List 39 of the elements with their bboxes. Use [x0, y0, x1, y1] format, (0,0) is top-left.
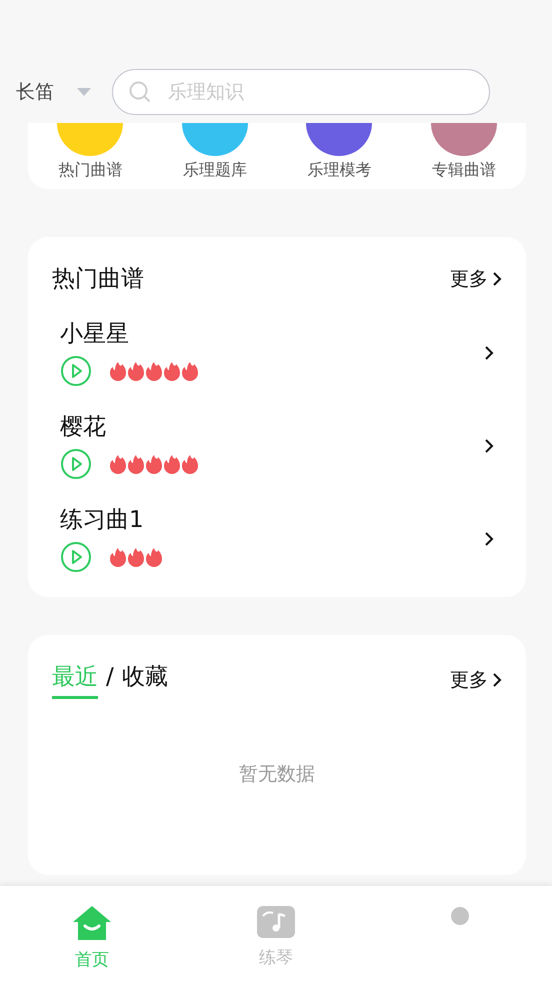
- chevron-icon: [492, 270, 502, 286]
- tab-separator: /: [106, 664, 114, 690]
- chevron-icon: [492, 672, 502, 688]
- shortcut-item[interactable]: 热门曲谱: [40, 123, 140, 189]
- song-item[interactable]: 樱花: [52, 411, 502, 480]
- chevron-icon: [484, 438, 494, 454]
- flame-icon: [146, 361, 162, 381]
- flame-icon: [128, 547, 144, 567]
- flame-icon: [146, 454, 162, 474]
- search-icon: [128, 80, 152, 104]
- flame-icon: [146, 547, 162, 567]
- home-icon: [72, 906, 112, 940]
- flame-icon: [182, 361, 198, 381]
- song-item[interactable]: 练习曲1: [52, 504, 502, 573]
- play-icon[interactable]: [60, 355, 92, 387]
- flame-icon: [182, 454, 198, 474]
- caret-icon[interactable]: [76, 87, 92, 97]
- chevron-icon: [484, 344, 494, 360]
- empty-message: 暂无数据: [238, 762, 316, 787]
- flame-icon: [128, 454, 144, 474]
- song-item[interactable]: 小星星: [52, 318, 502, 387]
- shortcut-item[interactable]: 乐理题库: [164, 123, 265, 189]
- shortcut-item[interactable]: 专辑曲谱: [414, 123, 514, 189]
- play-icon[interactable]: [60, 448, 92, 480]
- flame-icon: [110, 361, 126, 381]
- shortcut-item[interactable]: 乐理模考: [289, 123, 390, 189]
- flame-icon: [164, 454, 180, 474]
- flame-icon: [164, 361, 180, 381]
- chevron-icon: [484, 530, 494, 546]
- more-link[interactable]: 更多: [450, 667, 502, 693]
- more-link[interactable]: 更多: [450, 266, 502, 292]
- flame-icon: [110, 547, 126, 567]
- flame-icon: [128, 361, 144, 381]
- music-note-icon: [257, 906, 295, 938]
- flame-icon: [110, 454, 126, 474]
- instrument-label[interactable]: 长笛: [16, 79, 54, 105]
- section-tab[interactable]: 收藏: [122, 661, 168, 699]
- section-title: 热门曲谱: [52, 265, 144, 294]
- play-icon[interactable]: [60, 541, 92, 573]
